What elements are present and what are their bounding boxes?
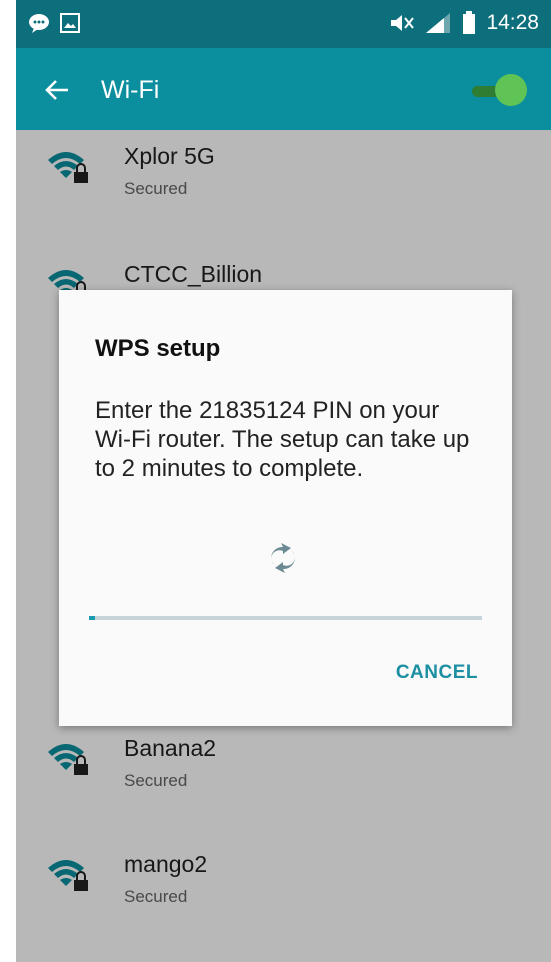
back-arrow-icon[interactable]: [42, 75, 72, 105]
wifi-settings-screen: 14:28 Wi-Fi Xplor 5G Secured CTCC_Billio…: [16, 0, 551, 962]
toggle-knob: [495, 74, 527, 106]
dialog-message: Enter the 21835124 PIN on your Wi-Fi rou…: [95, 397, 470, 482]
dialog-title: WPS setup: [95, 335, 221, 362]
wifi-toggle[interactable]: [470, 74, 527, 108]
mute-icon: [391, 15, 415, 31]
clock-time: 14:28: [486, 11, 539, 34]
progress-fill: [89, 616, 95, 620]
chat-bubble-icon: [29, 14, 49, 33]
image-icon: [60, 13, 80, 33]
signal-icon: [426, 13, 451, 33]
battery-icon: [463, 11, 476, 34]
cancel-button[interactable]: CANCEL: [396, 662, 478, 684]
page-title: Wi-Fi: [101, 76, 160, 104]
app-bar: Wi-Fi: [16, 48, 551, 130]
progress-bar: [89, 616, 482, 620]
refresh-icon: [271, 543, 295, 573]
wps-setup-dialog: WPS setup Enter the 21835124 PIN on your…: [59, 290, 512, 726]
status-bar: 14:28: [16, 0, 551, 48]
